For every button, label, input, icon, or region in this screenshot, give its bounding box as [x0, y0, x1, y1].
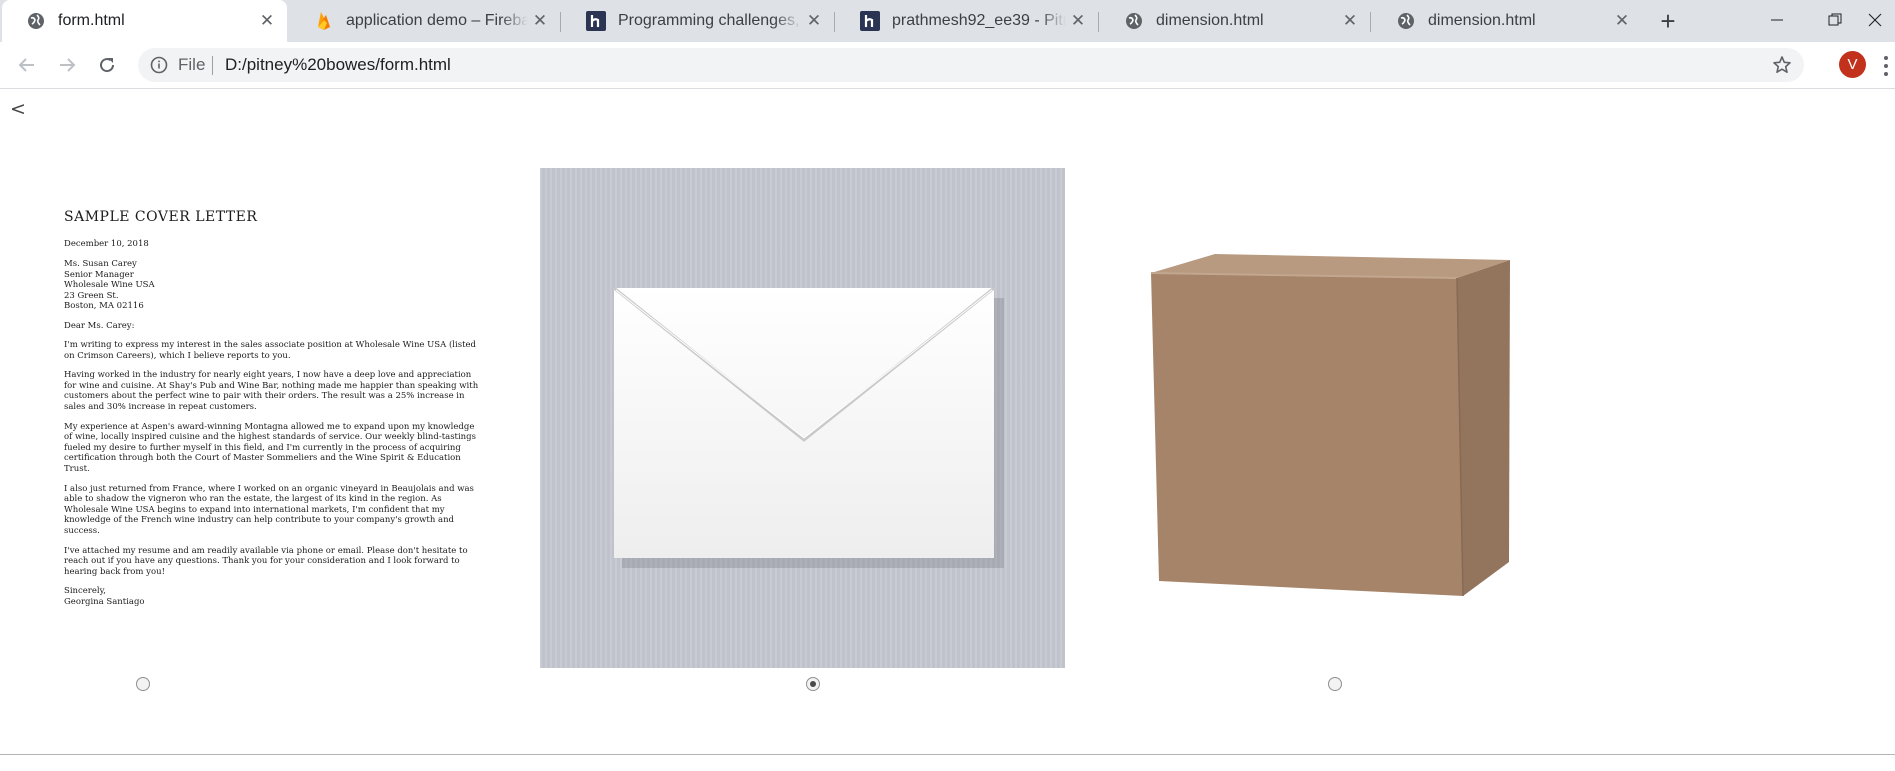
tab-close-icon[interactable]: ✕	[802, 9, 826, 33]
envelope-image	[540, 168, 1065, 668]
letter-address: Ms. Susan Carey Senior Manager Wholesale…	[64, 259, 482, 312]
tab-dimension-html-2[interactable]: dimension.html ✕	[1372, 0, 1642, 42]
tab-title: application demo – Firebase console	[346, 12, 528, 29]
signature-name: Georgina Santiago	[64, 597, 145, 608]
minimize-button[interactable]	[1747, 0, 1807, 40]
tab-close-icon[interactable]: ✕	[1610, 9, 1634, 33]
back-link[interactable]: <	[10, 98, 26, 120]
box-image	[1145, 250, 1515, 605]
tab-strip: form.html ✕ application demo – Firebase …	[0, 0, 1895, 42]
profile-avatar[interactable]: V	[1839, 51, 1866, 78]
tab-title: dimension.html	[1428, 12, 1536, 29]
tab-title: Programming challenges, coding	[618, 12, 802, 29]
tab-pitney-bowes[interactable]: prathmesh92_ee39 - Pitney Bowes ✕	[836, 0, 1098, 42]
option-radio-box[interactable]	[1328, 677, 1342, 691]
letter-salutation: Dear Ms. Carey:	[64, 320, 135, 331]
tab-close-icon[interactable]: ✕	[255, 9, 279, 33]
cover-letter-image: SAMPLE COVER LETTER December 10, 2018 Ms…	[64, 209, 482, 608]
address-line: Wholesale Wine USA	[64, 280, 155, 290]
tab-close-icon[interactable]: ✕	[1338, 9, 1362, 33]
divider	[0, 754, 1895, 755]
url-text[interactable]: D:/pitney%20bowes/form.html	[225, 55, 451, 75]
new-tab-button[interactable]: +	[1654, 6, 1682, 36]
option-radio-document[interactable]	[136, 677, 150, 691]
tab-separator	[560, 12, 561, 32]
arrow-left-icon	[18, 58, 34, 72]
option-radio-envelope[interactable]	[806, 677, 820, 691]
address-bar[interactable]: File D:/pitney%20bowes/form.html	[138, 48, 1804, 82]
tab-close-icon[interactable]: ✕	[528, 9, 552, 33]
globe-icon	[1124, 11, 1144, 31]
tab-close-icon[interactable]: ✕	[1066, 9, 1090, 33]
letter-paragraph: I've attached my resume and am readily a…	[64, 545, 468, 577]
tab-firebase-console[interactable]: application demo – Firebase console ✕	[290, 0, 560, 42]
letter-paragraph: Having worked in the industry for nearly…	[64, 370, 479, 413]
globe-icon	[1396, 11, 1416, 31]
arrow-right-icon	[60, 58, 76, 72]
url-scheme-label: File	[178, 55, 206, 74]
letter-paragraph: I'm writing to express my interest in th…	[64, 340, 476, 361]
hackerearth-icon	[860, 11, 880, 31]
tab-separator	[1370, 12, 1371, 32]
tab-separator	[834, 12, 835, 32]
tab-title: form.html	[58, 12, 125, 29]
letter-paragraph: My experience at Aspen's award-winning M…	[64, 421, 476, 475]
firebase-icon	[314, 11, 334, 31]
tab-title: dimension.html	[1156, 12, 1264, 29]
globe-icon	[26, 11, 46, 31]
restore-icon	[1828, 13, 1842, 26]
address-line: 23 Green St.	[64, 290, 119, 301]
closing-text: Sincerely,	[64, 586, 106, 597]
letter-paragraph: I also just returned from France, where …	[64, 483, 474, 536]
tab-form-html[interactable]: form.html ✕	[2, 0, 287, 42]
tab-title: prathmesh92_ee39 - Pitney Bowes	[892, 12, 1066, 29]
back-button[interactable]	[12, 50, 42, 80]
letter-closing: Sincerely, Georgina Santiago	[64, 586, 482, 608]
tab-dimension-html[interactable]: dimension.html ✕	[1100, 0, 1370, 42]
forward-button[interactable]	[52, 50, 82, 80]
letter-date: December 10, 2018	[64, 239, 149, 249]
close-icon	[1868, 13, 1882, 27]
close-window-button[interactable]	[1855, 0, 1895, 40]
hackerearth-icon	[586, 11, 606, 31]
kebab-menu-icon[interactable]	[1884, 56, 1890, 76]
reload-button[interactable]	[92, 50, 122, 80]
browser-toolbar: File D:/pitney%20bowes/form.html V	[0, 42, 1895, 89]
letter-title: SAMPLE COVER LETTER	[64, 209, 258, 225]
bookmark-star-icon[interactable]	[1770, 53, 1794, 77]
address-line: Ms. Susan Carey	[64, 259, 137, 269]
address-line: Boston, MA 02116	[64, 301, 144, 311]
tab-separator	[1098, 12, 1099, 32]
reload-icon	[100, 58, 115, 73]
tab-programming-challenges[interactable]: Programming challenges, coding ✕	[562, 0, 834, 42]
info-icon[interactable]	[150, 56, 168, 74]
minimize-icon	[1771, 19, 1783, 21]
address-separator	[212, 56, 213, 75]
address-line: Senior Manager	[64, 269, 134, 280]
